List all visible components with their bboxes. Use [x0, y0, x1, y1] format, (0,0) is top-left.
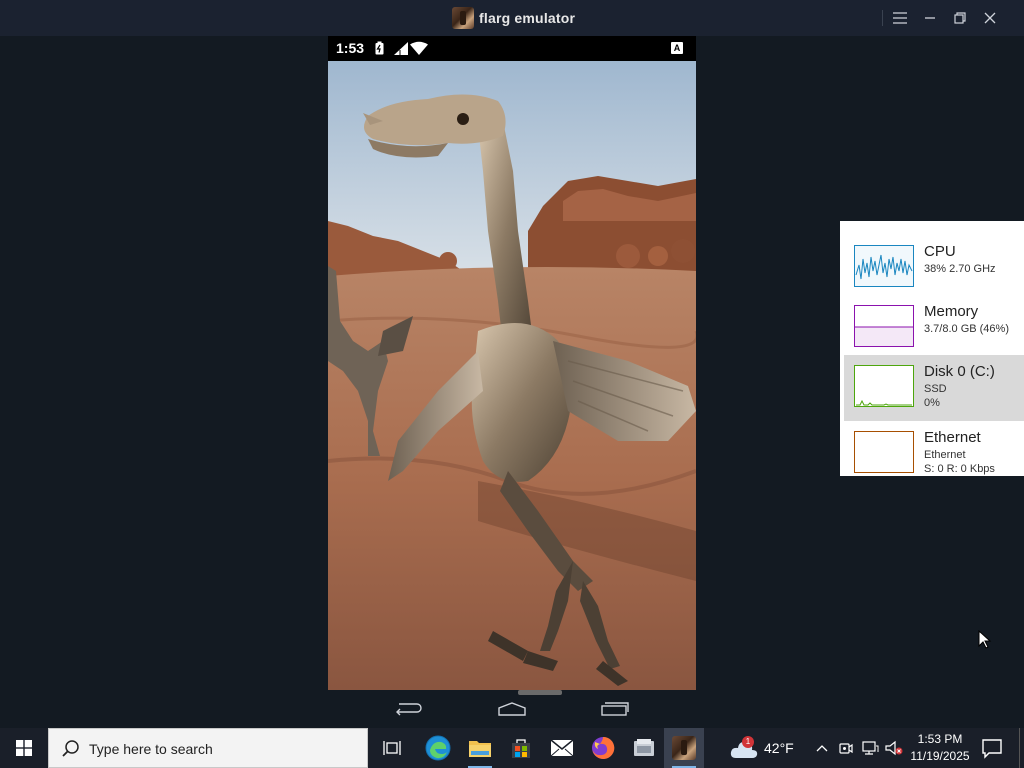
creature-in-desert-image — [328, 61, 696, 690]
edge-button[interactable] — [418, 728, 458, 768]
task-view-button[interactable] — [372, 728, 412, 768]
performance-panel: CPU 38% 2.70 GHz Memory 3.7/8.0 GB (46%)… — [840, 221, 1024, 476]
perf-title: Disk 0 (C:) — [924, 363, 995, 380]
perf-detail: 3.7/8.0 GB (46%) — [924, 323, 1009, 335]
wallpaper-image — [328, 61, 696, 690]
wifi-icon — [410, 41, 428, 55]
perf-detail: SSD — [924, 383, 947, 395]
clock[interactable]: 1:53 PM 11/19/2025 — [906, 731, 974, 765]
phone-nav-bar — [328, 690, 696, 728]
meet-now-icon — [839, 743, 853, 754]
recents-icon[interactable] — [601, 702, 629, 716]
status-time: 1:53 — [336, 40, 365, 56]
perf-item-cpu[interactable]: CPU 38% 2.70 GHz — [844, 235, 1024, 301]
search-box[interactable]: Type here to search — [48, 728, 368, 768]
minimize-icon — [925, 17, 935, 19]
minimize-button[interactable] — [916, 4, 944, 32]
perf-detail-2: 0% — [924, 397, 940, 409]
close-icon — [984, 12, 996, 24]
mail-button[interactable] — [542, 728, 582, 768]
perf-title: Memory — [924, 303, 979, 320]
status-bar: 1:53 A — [328, 36, 696, 61]
ethernet-graph — [854, 431, 914, 473]
memory-graph — [854, 305, 914, 347]
perf-item-memory[interactable]: Memory 3.7/8.0 GB (46%) — [844, 295, 1024, 361]
emulator-screen[interactable]: 1:53 A — [328, 36, 696, 690]
window-title: flarg emulator — [479, 10, 576, 26]
search-icon — [62, 740, 79, 757]
menu-icon — [893, 12, 907, 24]
volume-button[interactable] — [884, 738, 904, 758]
back-icon[interactable] — [395, 702, 423, 716]
taskbar: Type here to search 1 42°F 1:53 PM 11/19… — [0, 728, 1024, 768]
notification-center-icon[interactable] — [980, 736, 1004, 760]
unknown-app-button[interactable] — [624, 728, 664, 768]
cpu-graph — [854, 245, 914, 287]
windows-logo-icon — [16, 740, 32, 756]
home-icon[interactable] — [498, 702, 526, 716]
title-bar: flarg emulator — [0, 0, 1024, 36]
show-desktop-button[interactable] — [1019, 728, 1020, 768]
search-placeholder: Type here to search — [89, 741, 213, 757]
weather-temp[interactable]: 42°F — [764, 740, 794, 756]
weather-badge: 1 — [742, 736, 754, 748]
menu-button[interactable] — [886, 4, 914, 32]
mouse-cursor-icon — [978, 630, 992, 649]
perf-detail: Ethernet — [924, 449, 966, 461]
perf-item-ethernet[interactable]: Ethernet Ethernet S: 0 R: 0 Kbps — [844, 421, 1024, 476]
flarg-app-icon — [452, 7, 474, 29]
file-explorer-icon — [469, 741, 491, 757]
store-button[interactable] — [501, 728, 541, 768]
perf-detail-2: S: 0 R: 0 Kbps — [924, 463, 995, 475]
start-button[interactable] — [0, 728, 48, 768]
perf-item-disk[interactable]: Disk 0 (C:) SSD 0% — [844, 355, 1024, 421]
meet-now-button[interactable] — [836, 738, 856, 758]
restore-button[interactable] — [946, 4, 974, 32]
restore-icon — [954, 12, 966, 24]
network-icon — [862, 741, 879, 755]
volume-muted-icon — [885, 740, 903, 756]
perf-detail: 38% 2.70 GHz — [924, 263, 996, 275]
cellular-signal-icon — [394, 42, 408, 55]
close-button[interactable] — [976, 4, 1004, 32]
unknown-app-icon — [634, 739, 654, 756]
chevron-up-icon — [816, 745, 828, 752]
battery-saver-icon — [375, 41, 384, 55]
firefox-button[interactable] — [583, 728, 623, 768]
network-button[interactable] — [860, 738, 880, 758]
flarg-emulator-icon — [672, 736, 696, 760]
perf-title: CPU — [924, 243, 956, 260]
clock-time: 1:53 PM — [917, 732, 963, 746]
nav-handle[interactable] — [518, 690, 562, 695]
store-icon — [512, 739, 530, 758]
weather-widget[interactable]: 1 — [728, 736, 760, 760]
perf-title: Ethernet — [924, 429, 981, 446]
task-view-icon — [383, 741, 401, 755]
mail-icon — [550, 739, 574, 757]
tray-overflow-button[interactable] — [812, 738, 832, 758]
keyboard-indicator-icon: A — [671, 42, 683, 54]
flarg-emulator-button[interactable] — [664, 728, 704, 768]
edge-icon — [425, 735, 451, 761]
file-explorer-button[interactable] — [460, 728, 500, 768]
title-separator — [882, 10, 883, 26]
disk-graph — [854, 365, 914, 407]
firefox-icon — [592, 736, 615, 759]
clock-date: 11/19/2025 — [910, 749, 970, 763]
